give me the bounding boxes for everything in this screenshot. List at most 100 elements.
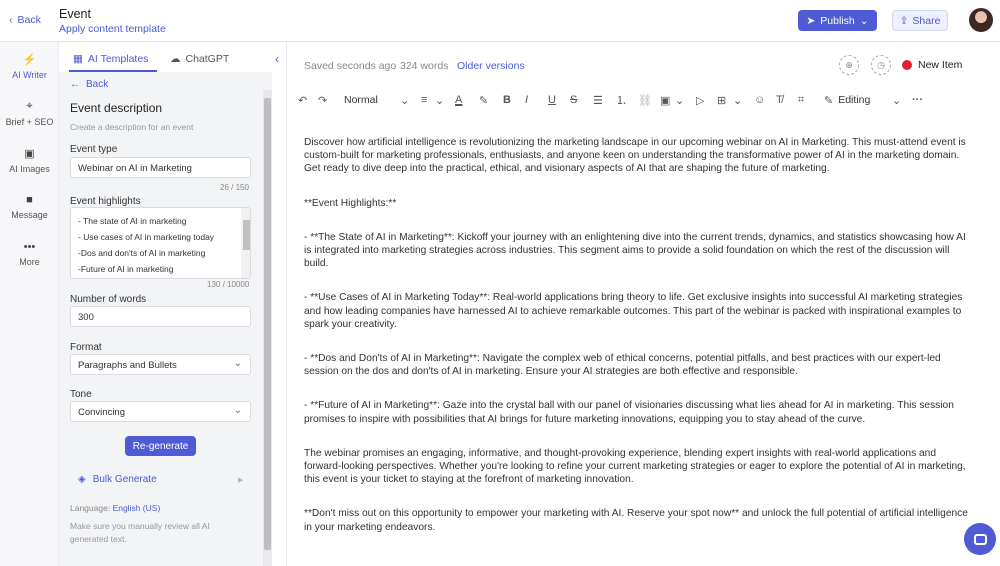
- chevron-down-icon[interactable]: ⌄: [892, 90, 901, 110]
- underline-icon[interactable]: U: [548, 90, 556, 110]
- assign-icon[interactable]: ◷: [871, 55, 891, 75]
- paragraph-style-select[interactable]: Normal: [344, 90, 378, 110]
- layers-icon: ◈: [78, 474, 86, 485]
- play-icon[interactable]: ▷: [696, 90, 704, 110]
- rail-item-ai-images[interactable]: ▣ AI Images: [0, 147, 59, 174]
- event-highlights-count: 130 / 10000: [207, 280, 250, 289]
- back-button[interactable]: ‹ Back: [9, 14, 41, 26]
- regenerate-button[interactable]: Re-generate: [125, 436, 196, 456]
- more-icon: •••: [23, 241, 36, 253]
- highlight-line: -Dos and don'ts of AI in marketing: [78, 248, 206, 258]
- rail-item-ai-writer[interactable]: ⚡ AI Writer: [0, 53, 59, 80]
- bullet-list-icon[interactable]: ☰: [593, 90, 603, 110]
- event-highlights-textarea[interactable]: - The state of AI in marketing - Use cas…: [70, 207, 251, 279]
- panel-back-button[interactable]: ← Back: [70, 79, 108, 90]
- editor-content[interactable]: Discover how artificial intelligence is …: [304, 136, 972, 555]
- more-options-icon[interactable]: ···: [912, 90, 923, 110]
- image-icon[interactable]: ▣: [660, 90, 670, 110]
- back-label: Back: [17, 14, 41, 26]
- code-icon[interactable]: ⌗: [798, 90, 804, 110]
- ai-templates-panel: ▦ AI Templates ☁ ChatGPT ← Back Event de…: [59, 42, 272, 566]
- numbered-list-icon[interactable]: ⒈: [616, 90, 627, 110]
- tab-chatgpt[interactable]: ☁ ChatGPT: [170, 53, 229, 65]
- chat-support-button[interactable]: [964, 523, 996, 555]
- chevron-down-icon[interactable]: ⌄: [400, 90, 409, 110]
- chat-icon: ☁: [170, 53, 181, 65]
- status-label: New Item: [918, 59, 963, 71]
- highlight-icon[interactable]: ✎: [479, 90, 488, 110]
- undo-icon[interactable]: ↶: [298, 90, 307, 110]
- textarea-scrollbar[interactable]: [241, 208, 250, 278]
- collapse-panel-button[interactable]: ‹: [272, 42, 287, 566]
- panel-back-label: Back: [86, 79, 109, 90]
- template-icon: ▦: [73, 53, 83, 65]
- content-paragraph: - **Future of AI in Marketing**: Gaze in…: [304, 400, 954, 425]
- rail-item-brief-seo[interactable]: ⌖ Brief + SEO: [0, 100, 59, 127]
- chevron-down-icon: ⌄: [233, 358, 242, 369]
- panel-scroll-thumb[interactable]: [264, 98, 271, 550]
- tab-label: AI Templates: [87, 53, 149, 65]
- save-status: Saved seconds ago: [304, 60, 397, 72]
- target-icon: ⌖: [26, 100, 33, 112]
- content-paragraph: - **Use Cases of AI in Marketing Today**…: [304, 292, 963, 330]
- mode-select[interactable]: ✎ Editing: [824, 90, 870, 110]
- bulk-generate-button[interactable]: ◈ Bulk Generate: [78, 474, 157, 485]
- emoji-icon[interactable]: ☺: [754, 90, 765, 110]
- add-user-icon[interactable]: ⊕: [839, 55, 859, 75]
- tone-select[interactable]: Convincing ⌄: [70, 401, 251, 422]
- event-type-label: Event type: [70, 144, 118, 155]
- textarea-scroll-thumb[interactable]: [243, 220, 250, 250]
- redo-icon[interactable]: ↷: [318, 90, 327, 110]
- status-dot: [902, 60, 912, 70]
- table-icon[interactable]: ⊞: [717, 90, 726, 110]
- align-icon[interactable]: ≡: [421, 90, 427, 110]
- rail-item-label: Brief + SEO: [5, 117, 54, 127]
- italic-icon[interactable]: I: [525, 90, 528, 110]
- chevron-down-icon[interactable]: ⌄: [435, 90, 444, 110]
- rail-item-label: AI Images: [9, 164, 50, 174]
- event-type-input[interactable]: Webinar on AI in Marketing: [70, 157, 251, 178]
- template-description: Create a description for an event: [70, 122, 194, 132]
- content-paragraph: - **Dos and Don'ts of AI in Marketing**:…: [304, 353, 941, 378]
- publish-button[interactable]: ➤ Publish ⌄: [798, 10, 877, 31]
- pencil-icon: ✎: [824, 94, 834, 107]
- image-icon: ▣: [24, 148, 35, 160]
- status-new-item[interactable]: New Item: [902, 59, 962, 71]
- language-link[interactable]: English (US): [113, 503, 161, 513]
- arrow-left-icon: ←: [70, 79, 80, 90]
- avatar[interactable]: [969, 8, 993, 32]
- chevron-down-icon[interactable]: ⌄: [675, 90, 684, 110]
- older-versions-link[interactable]: Older versions: [457, 60, 525, 72]
- share-button[interactable]: ⇪ Share: [892, 10, 948, 31]
- event-type-count: 26 / 150: [220, 183, 249, 192]
- chevron-down-icon: ⌄: [233, 405, 242, 416]
- panel-scrollbar[interactable]: [263, 90, 272, 566]
- review-note: Make sure you manually review all AI gen…: [70, 521, 210, 544]
- rail-item-label: Message: [11, 210, 48, 220]
- event-highlights-label: Event highlights: [70, 196, 141, 207]
- top-bar: ‹ Back Event Apply content template ➤ Pu…: [0, 0, 1000, 42]
- share-label: Share: [912, 14, 941, 27]
- language-prefix: Language:: [70, 503, 111, 513]
- format-value: Paragraphs and Bullets: [78, 360, 177, 371]
- rail-item-message[interactable]: ■ Message: [0, 194, 59, 220]
- format-select[interactable]: Paragraphs and Bullets ⌄: [70, 354, 251, 375]
- content-paragraph: - **The State of AI in Marketing**: Kick…: [304, 231, 966, 270]
- highlight-line: - The state of AI in marketing: [78, 216, 187, 226]
- content-paragraph: The webinar promises an engaging, inform…: [304, 447, 966, 486]
- bulk-generate-label: Bulk Generate: [92, 474, 157, 485]
- number-of-words-input[interactable]: 300: [70, 306, 251, 327]
- clear-format-icon[interactable]: T̸: [776, 90, 783, 110]
- tab-ai-templates[interactable]: ▦ AI Templates: [73, 53, 148, 65]
- panel-tabs: ▦ AI Templates ☁ ChatGPT: [59, 42, 272, 72]
- chevron-down-icon[interactable]: ⌄: [733, 90, 742, 110]
- strikethrough-icon[interactable]: S: [570, 90, 577, 110]
- rail-item-more[interactable]: ••• More: [0, 241, 59, 267]
- left-rail: ⚡ AI Writer ⌖ Brief + SEO ▣ AI Images ■ …: [0, 42, 59, 566]
- text-color-icon[interactable]: A: [455, 90, 462, 110]
- bold-icon[interactable]: B: [503, 90, 511, 110]
- number-of-words-label: Number of words: [70, 294, 147, 305]
- apply-template-link[interactable]: Apply content template: [59, 23, 166, 35]
- chat-bubble-icon: [973, 533, 987, 545]
- link-icon[interactable]: ⛓: [638, 90, 652, 110]
